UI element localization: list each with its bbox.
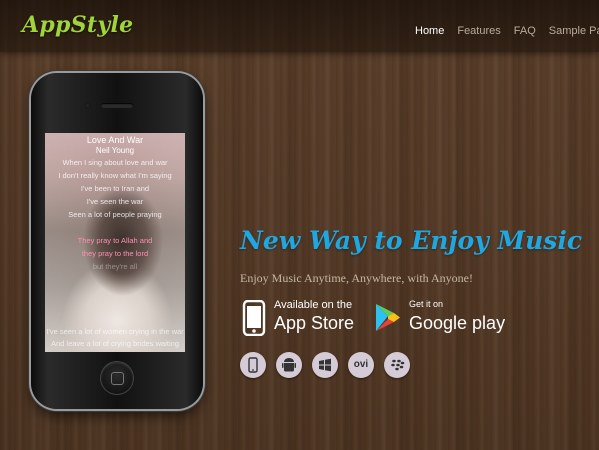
site-header: AppStyle Home Features FAQ Sample Page: [0, 0, 599, 52]
lyric-line: I've seen a lot of women crying in the w…: [46, 327, 184, 336]
camera-icon: [85, 103, 90, 108]
lyric-line: I've seen the war: [86, 197, 144, 206]
lyric-line: I don't really know what I'm saying: [58, 171, 172, 180]
lyric-line-faded: but they're all: [92, 262, 138, 271]
lyric-line: I've been to Iran and: [80, 184, 150, 193]
google-play-pre: Get it on: [409, 299, 444, 309]
phone-mockup: Love And War Neil Young When I sing abou…: [31, 73, 203, 409]
home-button: [101, 362, 133, 394]
hero-tagline: New Way to Enjoy Music: [240, 226, 583, 255]
song-title: Love And War: [86, 135, 144, 145]
windows-icon[interactable]: [312, 352, 338, 378]
google-play-label: Google play: [409, 313, 506, 333]
blackberry-icon[interactable]: [384, 352, 410, 378]
nav-faq[interactable]: FAQ: [514, 25, 536, 37]
ovi-icon[interactable]: ovi: [348, 352, 374, 378]
lyrics-bottom: I've seen a lot of women crying in the w…: [45, 326, 185, 350]
lyric-line: When I sing about love and war: [62, 158, 168, 167]
iphone-icon: [242, 300, 266, 336]
nav-features[interactable]: Features: [457, 25, 500, 37]
main-nav: Home Features FAQ Sample Page: [415, 19, 599, 38]
hero-subtitle: Enjoy Music Anytime, Anywhere, with Anyo…: [240, 271, 473, 285]
app-store-label: App Store: [274, 313, 355, 333]
song-artist: Neil Young: [95, 146, 135, 155]
iphone-icon[interactable]: [240, 352, 266, 378]
lyric-line-highlight: they pray to the lord: [81, 249, 149, 258]
app-store-pre: Available on the: [274, 299, 353, 311]
lyric-line-highlight: They pray to Allah and: [77, 236, 153, 245]
nav-sample-page[interactable]: Sample Page: [549, 25, 599, 37]
lyrics: When I sing about love and war I don't r…: [45, 156, 185, 273]
nav-home[interactable]: Home: [415, 25, 444, 37]
app-store-button[interactable]: Available on the App Store: [242, 298, 367, 338]
android-icon[interactable]: [276, 352, 302, 378]
phone-screen: Love And War Neil Young When I sing abou…: [45, 133, 185, 352]
lyric-line: And leave a lot of crying brides waiting: [51, 339, 179, 348]
logo[interactable]: AppStyle: [22, 12, 133, 38]
speaker-grille: [101, 103, 133, 108]
lyric-line: Seen a lot of people praying: [68, 210, 162, 219]
google-play-icon: [376, 304, 400, 331]
google-play-button[interactable]: Get it on Google play: [374, 298, 514, 338]
